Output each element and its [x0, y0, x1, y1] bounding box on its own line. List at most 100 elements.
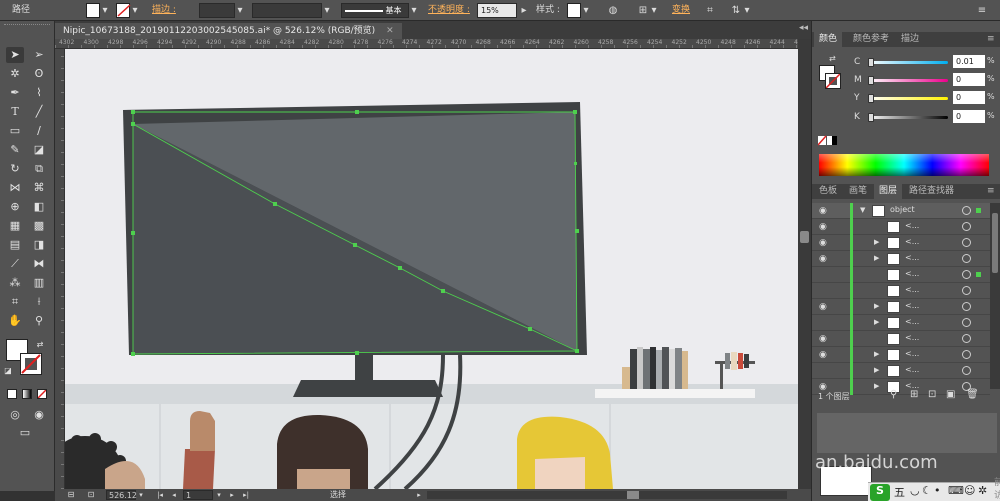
- target-circle-icon[interactable]: [962, 350, 971, 359]
- first-artboard-icon[interactable]: |◂: [155, 490, 165, 500]
- new-layer-icon[interactable]: ▣: [946, 389, 955, 400]
- cyan-value[interactable]: 0.01: [953, 55, 985, 68]
- document-info-icon[interactable]: ⊡: [85, 490, 97, 500]
- last-artboard-icon[interactable]: ▸|: [241, 490, 251, 500]
- target-circle-icon[interactable]: [962, 238, 971, 247]
- curvature-tool-icon[interactable]: ⌇: [30, 85, 48, 101]
- ime-gear-icon[interactable]: ✲: [978, 484, 987, 497]
- layers-panel-menu-icon[interactable]: ≡: [987, 184, 995, 199]
- expand-triangle-icon[interactable]: ▶: [874, 366, 879, 374]
- cyan-knob[interactable]: [868, 58, 874, 67]
- target-circle-icon[interactable]: [962, 206, 971, 215]
- pen-tool-icon[interactable]: ✒: [6, 85, 24, 101]
- sublayer-row[interactable]: ◉ <...: [812, 331, 990, 347]
- column-graph-tool-icon[interactable]: ▥: [30, 275, 48, 291]
- expand-triangle-icon[interactable]: ▶: [874, 382, 879, 390]
- graphic-style-swatch[interactable]: [567, 3, 581, 18]
- stroke-style-select[interactable]: 基本: [341, 3, 409, 18]
- target-circle-icon[interactable]: [962, 334, 971, 343]
- transform-label[interactable]: 变换: [672, 3, 690, 18]
- visibility-eye-icon[interactable]: ◉: [819, 222, 827, 232]
- sublayer-name[interactable]: <...: [905, 301, 919, 310]
- mesh-tool-icon[interactable]: ▩: [30, 218, 48, 234]
- black-knob[interactable]: [868, 113, 874, 122]
- selection-indicator[interactable]: [976, 208, 981, 213]
- slice-tool-icon[interactable]: ⟊: [30, 294, 48, 310]
- magenta-value[interactable]: 0: [953, 73, 985, 86]
- layers-scrollbar[interactable]: [990, 203, 1000, 389]
- tab-pathfinder[interactable]: 路径查找器: [904, 184, 959, 199]
- live-paint-tool-icon[interactable]: ◧: [30, 199, 48, 215]
- zoom-tool-icon[interactable]: ⚲: [30, 313, 48, 329]
- sublayer-row[interactable]: ◉ ▶ <...: [812, 235, 990, 251]
- opacity-field[interactable]: 15%: [477, 3, 517, 18]
- layer-name[interactable]: object: [890, 205, 915, 214]
- expand-triangle-icon[interactable]: ▶: [874, 302, 879, 310]
- prev-artboard-icon[interactable]: ◂: [169, 490, 179, 500]
- visibility-eye-icon[interactable]: ◉: [819, 302, 827, 312]
- close-tab-icon[interactable]: ✕: [386, 26, 394, 36]
- delete-layer-icon[interactable]: 🗑: [966, 389, 979, 400]
- ime-dot-icon[interactable]: •: [934, 484, 941, 497]
- expand-triangle-icon[interactable]: ▼: [860, 206, 865, 214]
- zoom-dropdown-icon[interactable]: ▾: [137, 490, 145, 500]
- sublayer-name[interactable]: <...: [905, 317, 919, 326]
- expand-triangle-icon[interactable]: ▶: [874, 238, 879, 246]
- horizontal-scrollbar[interactable]: [427, 491, 787, 499]
- swap-fill-stroke-icon[interactable]: ⇄: [34, 337, 46, 353]
- sublayer-name[interactable]: <...: [905, 285, 919, 294]
- stroke-color-box[interactable]: [20, 353, 42, 375]
- tab-stroke[interactable]: 描边: [896, 32, 924, 47]
- visibility-eye-icon[interactable]: ◉: [819, 350, 827, 360]
- expand-triangle-icon[interactable]: ▶: [874, 350, 879, 358]
- line-tool-icon[interactable]: ╱: [30, 104, 48, 120]
- recolor-artwork-icon[interactable]: ◍: [606, 3, 620, 18]
- magic-wand-tool-icon[interactable]: ✲: [6, 66, 24, 82]
- visibility-eye-icon[interactable]: ◉: [819, 206, 827, 216]
- sublayer-name[interactable]: <...: [905, 349, 919, 358]
- eyedropper-tool-icon[interactable]: ⟋: [6, 256, 24, 272]
- vertical-scroll-thumb[interactable]: [800, 231, 809, 243]
- artboard-tool-icon[interactable]: ⌗: [6, 294, 24, 310]
- panel-menu-icon[interactable]: ≡: [975, 3, 989, 18]
- artboard-field[interactable]: 1: [183, 490, 213, 500]
- ime-moon-icon[interactable]: ☾: [922, 484, 932, 497]
- layers-scroll-thumb[interactable]: [992, 213, 998, 273]
- gradient-swatch-icon[interactable]: ◨: [30, 237, 48, 253]
- style-dropdown-icon[interactable]: ▾: [582, 3, 590, 18]
- variable-width-dropdown-icon[interactable]: ▾: [323, 3, 331, 18]
- new-sublayer-icon[interactable]: ⊡: [928, 389, 936, 400]
- target-circle-icon[interactable]: [962, 270, 971, 279]
- draw-inside-icon[interactable]: ◉: [30, 407, 48, 423]
- sublayer-row[interactable]: ◉ <...: [812, 219, 990, 235]
- target-circle-icon[interactable]: [962, 318, 971, 327]
- stroke-swatch[interactable]: [116, 3, 131, 18]
- draw-mode-icon[interactable]: ◎: [6, 407, 24, 423]
- tab-layers[interactable]: 图层: [874, 184, 903, 199]
- direct-selection-tool-icon[interactable]: ➢: [30, 47, 48, 63]
- visibility-eye-icon[interactable]: ◉: [819, 334, 827, 344]
- magenta-knob[interactable]: [868, 76, 874, 85]
- eraser-tool-icon[interactable]: ◪: [30, 142, 48, 158]
- shape-builder-tool-icon[interactable]: ⊕: [6, 199, 24, 215]
- collapse-panels-icon[interactable]: ◂◂: [799, 23, 808, 33]
- document-tab[interactable]: Nipic_10673188_20190112203002545085.ai* …: [55, 23, 402, 39]
- type-tool-icon[interactable]: T: [6, 104, 24, 120]
- black-value[interactable]: 0: [953, 110, 985, 123]
- none-mode-icon[interactable]: [37, 389, 47, 399]
- ime-punct-icon[interactable]: ◡: [910, 484, 920, 497]
- opacity-label[interactable]: 不透明度 :: [428, 3, 470, 18]
- align-icon[interactable]: ⊞: [636, 3, 650, 18]
- sublayer-row[interactable]: ◉ ▶ <...: [812, 299, 990, 315]
- target-circle-icon[interactable]: [962, 254, 971, 263]
- visibility-eye-icon[interactable]: ◉: [819, 254, 827, 264]
- sublayer-name[interactable]: <...: [905, 237, 919, 246]
- next-artboard-icon[interactable]: ▸: [227, 490, 237, 500]
- sogou-ime-icon[interactable]: S: [870, 484, 890, 501]
- fill-dropdown-icon[interactable]: ▾: [101, 3, 109, 18]
- expand-triangle-icon[interactable]: ▶: [874, 254, 879, 262]
- default-colors-icon[interactable]: ◪: [2, 363, 14, 379]
- yellow-value[interactable]: 0: [953, 91, 985, 104]
- align-dropdown-icon[interactable]: ▾: [650, 3, 658, 18]
- ime-mode-label[interactable]: 五: [894, 484, 905, 500]
